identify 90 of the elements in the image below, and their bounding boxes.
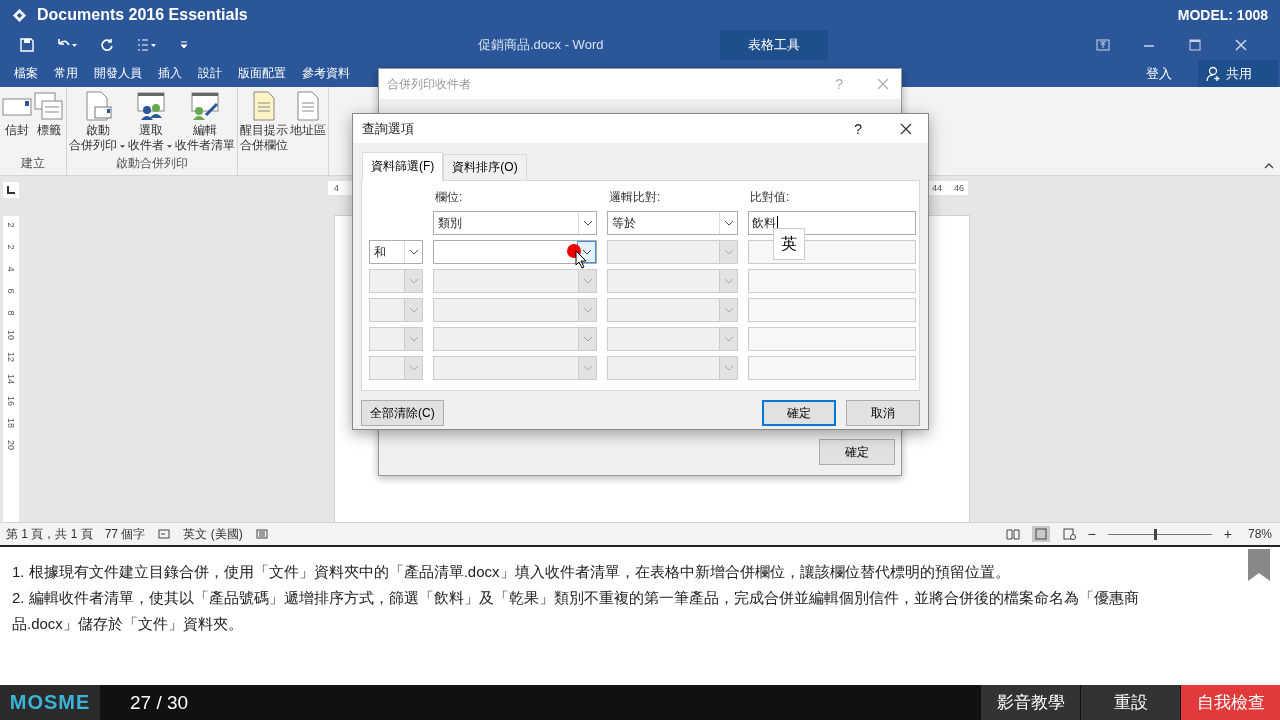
cancel-button[interactable]: 取消 — [846, 400, 920, 426]
chevron-down-icon — [723, 220, 734, 226]
language-label[interactable]: 英文 (美國) — [183, 525, 243, 543]
close-icon[interactable] — [900, 122, 912, 135]
chevron-down-icon — [723, 365, 734, 371]
help-button[interactable]: ? — [854, 120, 862, 137]
ribbon-tab[interactable]: 設計 — [198, 60, 222, 87]
ok-button[interactable]: 確定 — [819, 439, 895, 465]
chevron-down-icon — [582, 365, 593, 371]
instruction-text: 2. 編輯收件者清單，使其以「產品號碼」遞增排序方式，篩選「飲料」及「乾果」類別不重複的第一筆產品，完成合併並編輯個別信件，並將合併後的檔案命名為「優惠商品.docx」儲存於「文件」資料夾。 — [12, 588, 1140, 634]
chevron-down-icon — [582, 336, 593, 342]
comparison-dropdown[interactable]: 等於 — [607, 211, 738, 235]
sign-in-link[interactable]: 登入 — [1146, 64, 1172, 83]
touch-mode-icon[interactable] — [136, 38, 158, 52]
proofing-icon[interactable] — [157, 528, 172, 540]
ribbon-tab[interactable]: 版面配置 — [238, 60, 286, 87]
zoom-level[interactable]: 78% — [1247, 527, 1272, 541]
web-layout-icon[interactable] — [1061, 528, 1076, 540]
vertical-ruler: 2 2 4 6 8 10 12 14 16 18 20 — [3, 216, 19, 522]
ribbon-command[interactable]: 信封 — [1, 89, 33, 155]
labels-icon — [34, 91, 64, 121]
zoom-in-button[interactable]: + — [1223, 526, 1232, 542]
footer-button[interactable]: 重設 — [1080, 685, 1180, 720]
person-pencil-icon — [190, 91, 220, 121]
dialog-title: 合併列印收件者 — [387, 75, 471, 93]
app-logo-icon — [12, 7, 27, 23]
print-layout-icon[interactable] — [1031, 526, 1050, 542]
chevron-down-icon — [408, 278, 419, 284]
model-label: MODEL: 1008 — [1177, 7, 1268, 23]
zoom-out-button[interactable]: − — [1087, 526, 1096, 542]
brand-logo: MOSME — [0, 685, 100, 720]
chevron-down-icon — [582, 278, 593, 284]
chevron-down-icon — [581, 249, 592, 255]
bookmark-icon[interactable] — [1248, 549, 1270, 581]
caret-icon — [166, 142, 173, 149]
chevron-down-icon — [408, 307, 419, 313]
chevron-down-icon — [408, 249, 419, 255]
read-mode-icon[interactable] — [1005, 528, 1020, 540]
page-count: 第 1 頁，共 1 頁 — [6, 525, 93, 543]
dialog-tab[interactable]: 資料篩選(F) — [362, 152, 444, 181]
field-dropdown[interactable]: 類別 — [433, 211, 597, 235]
chevron-down-icon — [582, 307, 593, 313]
ribbon-command[interactable]: 選取 收件者 — [127, 89, 174, 155]
ribbon-tab[interactable]: 參考資料 — [302, 60, 350, 87]
caret-icon — [119, 142, 126, 149]
ribbon-command[interactable]: 標籤 — [33, 89, 65, 155]
ribbon-command[interactable]: 醒目提示 合併欄位 — [239, 89, 289, 175]
collapse-ribbon-icon[interactable] — [1264, 163, 1274, 169]
ribbon-tab[interactable]: 開發人員 — [94, 60, 142, 87]
group-label: 建立 — [20, 155, 46, 172]
field-dropdown[interactable] — [433, 240, 597, 264]
footer-button[interactable]: 自我檢查 — [1180, 685, 1280, 720]
ribbon-command[interactable]: 地址區 — [289, 89, 327, 175]
zoom-slider-thumb[interactable] — [1153, 528, 1157, 540]
chevron-down-icon — [723, 307, 734, 313]
value-field[interactable]: 飲料 — [748, 211, 916, 235]
maximize-icon[interactable] — [1188, 39, 1202, 51]
word-count: 77 個字 — [104, 525, 146, 543]
chevron-down-icon — [582, 220, 593, 226]
chevron-down-icon — [408, 365, 419, 371]
ribbon-command[interactable]: 啟動 合併列印 — [68, 89, 127, 155]
chevron-down-icon — [723, 278, 734, 284]
ribbon-tab[interactable]: 檔案 — [14, 60, 38, 87]
chevron-down-icon — [723, 336, 734, 342]
ribbon-command[interactable]: 編輯 收件者清單 — [174, 89, 236, 155]
conjunction-dropdown[interactable]: 和 — [369, 240, 423, 264]
tab-selector-icon[interactable] — [3, 182, 19, 198]
ribbon-tab[interactable]: 常用 — [54, 60, 78, 87]
people-icon — [135, 91, 166, 121]
ribbon-display-icon[interactable] — [1096, 39, 1110, 51]
group-label: 啟動合併列印 — [115, 155, 189, 172]
document-title: 促銷商品.docx - Word — [478, 36, 605, 54]
share-button[interactable]: 共用 — [1198, 60, 1278, 87]
app-title: Documents 2016 Essentials — [37, 6, 248, 24]
chevron-down-icon — [408, 336, 419, 342]
save-icon[interactable] — [20, 38, 34, 52]
dialog-tab[interactable]: 資料排序(O) — [443, 154, 527, 180]
dialog-title: 查詢選項 — [362, 119, 414, 138]
input-mode-indicator: 英 — [773, 228, 805, 260]
clear-all-button[interactable]: 全部清除(C) — [361, 400, 444, 426]
redo-icon[interactable] — [100, 38, 114, 52]
person-add-icon — [1206, 65, 1222, 82]
chevron-down-icon — [723, 249, 734, 255]
macro-icon[interactable] — [254, 528, 269, 540]
customize-icon[interactable] — [180, 41, 188, 49]
ok-button[interactable]: 確定 — [762, 400, 836, 426]
question-counter: 27 / 30 — [130, 691, 189, 714]
footer-button[interactable]: 影音教學 — [980, 685, 1080, 720]
instruction-text: 1. 根據現有文件建立目錄合併，使用「文件」資料夾中的「產品清單.docx」填入收件者清單，在表格中新增合併欄位，讓該欄位替代標明的預留位置。 — [12, 562, 1011, 582]
ribbon-tab[interactable]: 插入 — [158, 60, 182, 87]
